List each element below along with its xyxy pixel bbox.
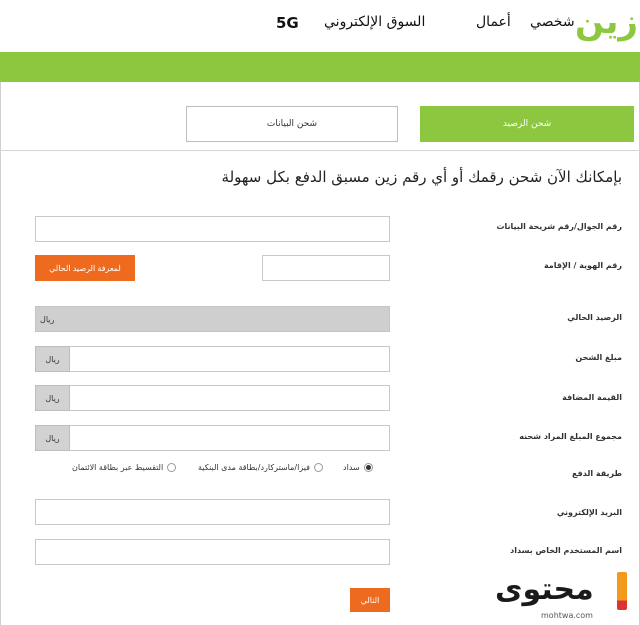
radio-sadad-label: سداد xyxy=(343,463,360,472)
recharge-amount-input[interactable] xyxy=(35,346,390,372)
payment-option-installment[interactable]: التقسيط عبر بطاقة الائتمان xyxy=(72,463,177,472)
vat-unit: ريال xyxy=(35,385,70,411)
check-balance-button[interactable]: لمعرفة الرصيد الحالي xyxy=(35,255,135,281)
tabs-divider xyxy=(0,150,640,151)
pencil-icon xyxy=(617,572,627,610)
mobile-number-input[interactable] xyxy=(35,216,390,242)
payment-option-sadad[interactable]: سداد xyxy=(343,463,373,472)
nav-5g[interactable]: 5G xyxy=(276,14,299,32)
mobile-number-label: رقم الجوال/رقم شريحة البيانات xyxy=(496,222,622,231)
email-input[interactable] xyxy=(35,499,390,525)
email-label: البريد الإلكتروني xyxy=(556,508,622,517)
radio-card[interactable] xyxy=(313,463,323,472)
watermark-logo: محتوى xyxy=(495,572,594,607)
sadad-username-label: اسم المستخدم الخاص بسداد xyxy=(510,546,622,555)
current-balance-label: الرصيد الحالي xyxy=(567,313,622,322)
zain-logo[interactable]: زين xyxy=(575,2,640,42)
sadad-username-input[interactable] xyxy=(35,539,390,565)
nav-personal[interactable]: شخصي xyxy=(530,14,575,30)
vat-label: القيمة المضافة xyxy=(562,393,622,402)
total-amount-label: مجموع المبلغ المراد شحنه xyxy=(519,432,622,441)
vat-input[interactable] xyxy=(35,385,390,411)
radio-installment-label: التقسيط عبر بطاقة الائتمان xyxy=(72,463,164,472)
total-amount-unit: ريال xyxy=(35,425,70,451)
watermark-url: mohtwa.com xyxy=(541,611,593,620)
top-header: زين شخصي أعمال السوق الإلكتروني 5G xyxy=(0,0,640,52)
recharge-amount-unit: ريال xyxy=(35,346,70,372)
current-balance-unit: ريال xyxy=(40,315,55,324)
nav-business[interactable]: أعمال xyxy=(476,14,511,30)
id-number-label: رقم الهوية / الإقامة xyxy=(543,261,622,270)
green-banner-bar xyxy=(0,52,640,82)
radio-sadad[interactable] xyxy=(363,463,373,472)
current-balance-field xyxy=(35,306,390,332)
radio-card-label: فيزا/ماستركارد/بطاقة مدى البنكية xyxy=(198,463,310,472)
recharge-amount-label: مبلغ الشحن xyxy=(575,353,622,362)
radio-installment[interactable] xyxy=(167,463,177,472)
payment-option-card[interactable]: فيزا/ماستركارد/بطاقة مدى البنكية xyxy=(198,463,323,472)
total-amount-input[interactable] xyxy=(35,425,390,451)
next-button[interactable]: التالي xyxy=(350,588,390,612)
payment-method-label: طريقة الدفع xyxy=(572,469,622,478)
id-number-input[interactable] xyxy=(262,255,390,281)
tab-recharge-data[interactable]: شحن البيانات xyxy=(186,106,398,142)
nav-eshop[interactable]: السوق الإلكتروني xyxy=(324,14,425,30)
page-heading: بإمكانك الآن شحن رقمك أو أي رقم زين مسبق… xyxy=(221,168,622,186)
tab-recharge-balance[interactable]: شحن الرصيد xyxy=(420,106,634,142)
